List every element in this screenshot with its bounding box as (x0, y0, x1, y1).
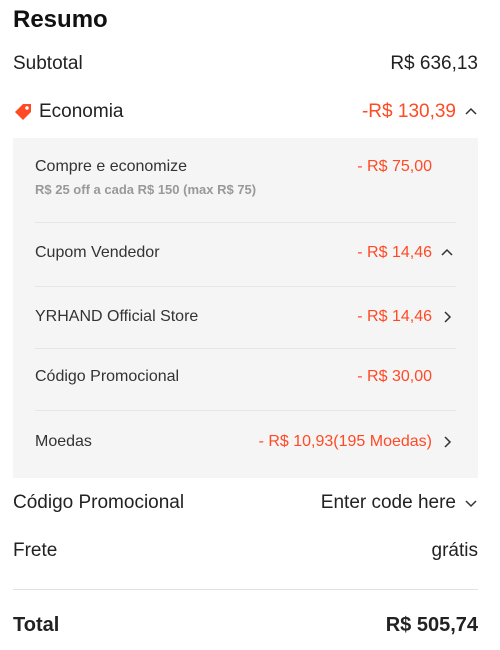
chevron-up-icon[interactable] (440, 246, 454, 260)
promo-label: Código Promocional (13, 492, 185, 513)
promo-value-group[interactable]: Enter code here (321, 492, 478, 514)
detail-value: - R$ 75,00 (357, 158, 432, 175)
saving-label-group: Economia (13, 101, 124, 123)
divider (13, 589, 478, 590)
detail-row-cupom[interactable]: Cupom Vendedor - R$ 14,46 (35, 244, 454, 262)
detail-value: - R$ 30,00 (357, 368, 432, 385)
saving-details-panel: Compre e economize R$ 25 off a cada R$ 1… (13, 138, 478, 478)
saving-value-group: -R$ 130,39 (362, 101, 478, 123)
detail-row-store[interactable]: YRHAND Official Store - R$ 14,46 (35, 308, 454, 326)
divider (35, 410, 456, 411)
detail-value-group: - R$ 10,93(195 Moedas) (259, 433, 454, 451)
detail-row-compre: Compre e economize R$ 25 off a cada R$ 1… (35, 158, 454, 197)
subtotal-row: Subtotal R$ 636,13 (13, 50, 478, 78)
shipping-value: grátis (431, 540, 478, 561)
divider (35, 348, 456, 349)
detail-label: Compre e economize (35, 158, 188, 175)
saving-label: Economia (39, 101, 124, 122)
detail-label: Cupom Vendedor (35, 244, 160, 261)
summary-title: Resumo (13, 6, 108, 33)
promo-input-text[interactable]: Enter code here (321, 492, 456, 514)
detail-value: - R$ 14,46 (357, 244, 432, 261)
shipping-row: Frete grátis (13, 536, 478, 566)
chevron-up-icon[interactable] (464, 105, 478, 119)
detail-value: - R$ 14,46 (357, 308, 432, 325)
saving-toggle[interactable]: Economia -R$ 130,39 (13, 97, 478, 127)
shipping-label: Frete (13, 540, 58, 561)
detail-label: Código Promocional (35, 368, 180, 385)
price-tag-icon (13, 103, 33, 121)
total-label: Total (13, 613, 60, 636)
detail-label: Moedas (35, 433, 92, 450)
detail-value-group: - R$ 14,46 (357, 308, 454, 326)
detail-row-promo: Código Promocional - R$ 30,00 (35, 368, 454, 386)
divider (35, 222, 456, 223)
chevron-right-icon[interactable] (440, 310, 454, 324)
subtotal-value: R$ 636,13 (390, 53, 478, 74)
promo-code-row[interactable]: Código Promocional Enter code here (13, 488, 478, 518)
total-row: Total R$ 505,74 (13, 610, 478, 640)
detail-row-moedas[interactable]: Moedas - R$ 10,93(195 Moedas) (35, 433, 454, 451)
total-value: R$ 505,74 (385, 613, 478, 636)
saving-value: -R$ 130,39 (361, 101, 456, 122)
order-summary: Resumo Subtotal R$ 636,13 Economia -R$ 1… (0, 0, 500, 650)
detail-note: R$ 25 off a cada R$ 150 (max R$ 75) (35, 182, 257, 197)
subtotal-label: Subtotal (13, 53, 83, 74)
chevron-down-icon[interactable] (464, 496, 478, 510)
detail-value-group: - R$ 14,46 (357, 244, 454, 262)
detail-label: YRHAND Official Store (35, 308, 199, 325)
detail-value: - R$ 10,93(195 Moedas) (258, 433, 432, 450)
divider (35, 286, 456, 287)
chevron-right-icon[interactable] (440, 435, 454, 449)
detail-label-group: Compre e economize R$ 25 off a cada R$ 1… (35, 158, 256, 197)
